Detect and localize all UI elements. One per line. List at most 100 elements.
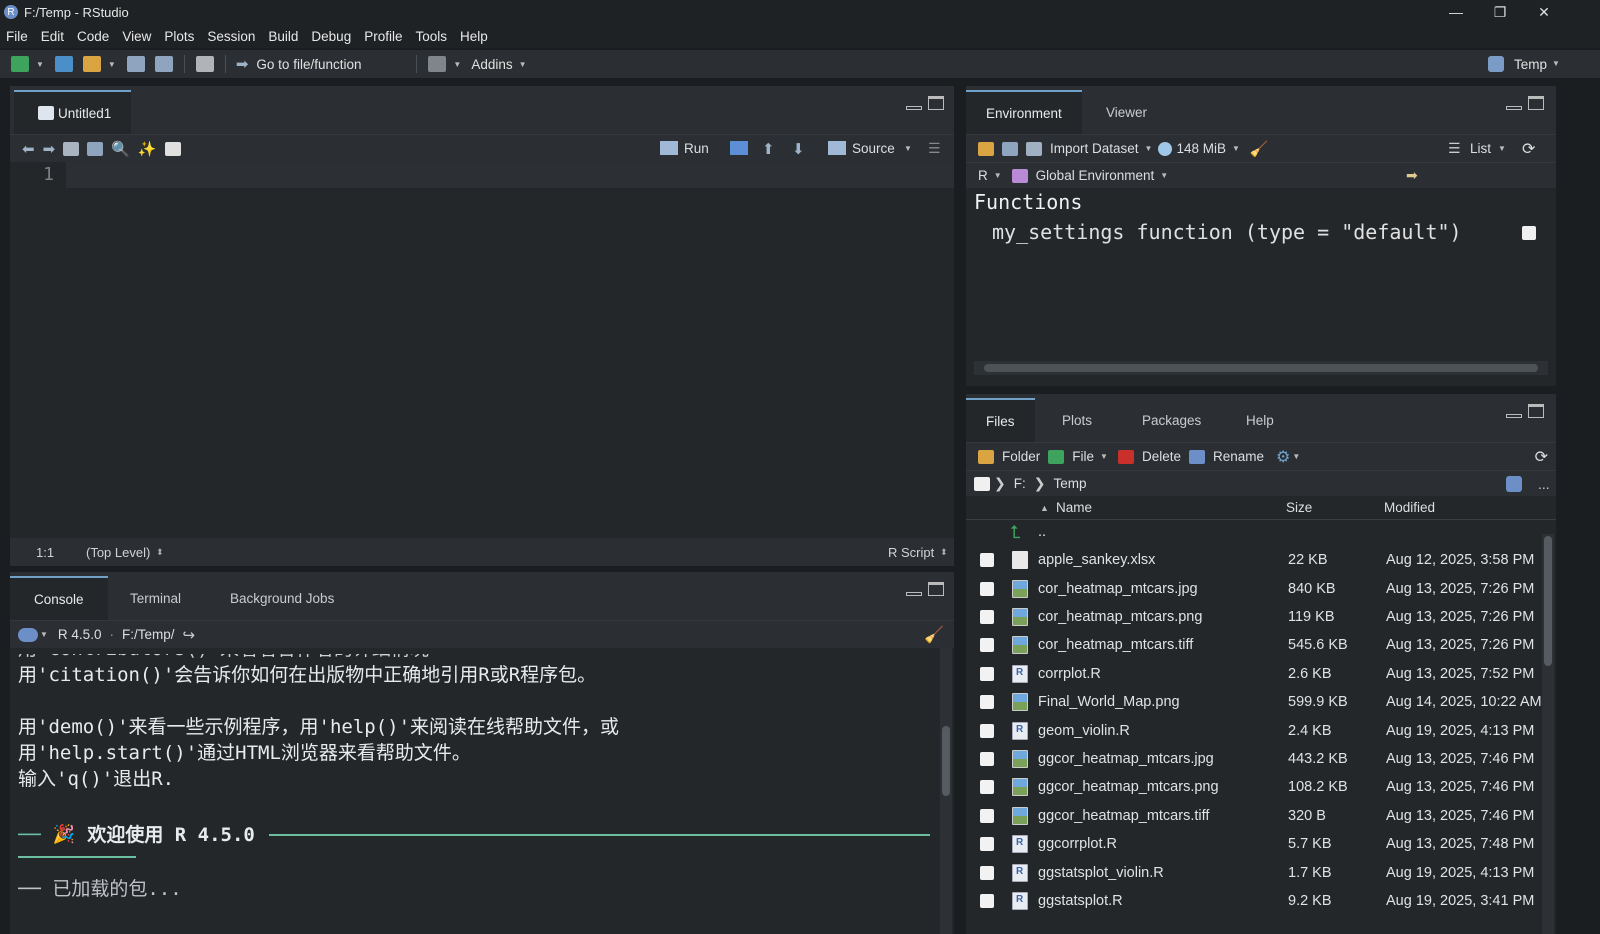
home-icon[interactable]: [974, 476, 990, 491]
rename-button[interactable]: Rename: [1213, 449, 1264, 464]
list-view-icon[interactable]: ☰: [1448, 140, 1461, 157]
pane-layout-dropdown-icon[interactable]: ▼: [453, 60, 461, 69]
parent-directory-row[interactable]: ⮤ ..: [966, 518, 1532, 546]
file-name-link[interactable]: cor_heatmap_mtcars.jpg: [1038, 581, 1198, 597]
menu-session[interactable]: Session: [207, 29, 255, 44]
new-folder-icon[interactable]: [978, 449, 994, 464]
goto-file-function-input[interactable]: Go to file/function: [256, 57, 406, 72]
more-options-button[interactable]: ...: [1538, 476, 1550, 492]
project-dropdown-icon[interactable]: ▼: [1552, 59, 1560, 68]
file-checkbox[interactable]: [980, 837, 994, 852]
environment-scope-selector[interactable]: Global Environment: [1036, 168, 1155, 183]
file-checkbox[interactable]: [980, 723, 994, 738]
tab-help[interactable]: Help: [1226, 398, 1294, 442]
new-file-dropdown-icon[interactable]: ▼: [1100, 452, 1108, 461]
breadcrumb-drive[interactable]: F:: [1014, 476, 1026, 491]
menu-tools[interactable]: Tools: [415, 29, 447, 44]
file-row[interactable]: ggcor_heatmap_mtcars.jpg 443.2 KB Aug 13, …: [966, 745, 1534, 773]
document-outline-icon[interactable]: ☰: [928, 140, 941, 157]
view-mode-dropdown-icon[interactable]: ▼: [1498, 144, 1506, 153]
new-project-icon[interactable]: [54, 56, 73, 72]
file-name-link[interactable]: ggcor_heatmap_mtcars.png: [1038, 779, 1219, 795]
new-file-dropdown-icon[interactable]: ▼: [36, 60, 44, 69]
file-row[interactable]: geom_violin.R 2.4 KB Aug 19, 2025, 4:13 PM: [966, 716, 1534, 744]
r-project-icon[interactable]: [1506, 475, 1522, 492]
source-button[interactable]: Source: [852, 141, 895, 156]
menu-debug[interactable]: Debug: [311, 29, 351, 44]
files-scrollbar[interactable]: [1542, 534, 1554, 934]
environment-scroll-thumb[interactable]: [984, 364, 1538, 372]
menu-help[interactable]: Help: [460, 29, 488, 44]
new-blank-file-icon[interactable]: [1048, 449, 1065, 464]
file-name-link[interactable]: ggcor_heatmap_mtcars.jpg: [1038, 751, 1214, 767]
menu-plots[interactable]: Plots: [164, 29, 194, 44]
close-window-icon[interactable]: ✕: [1522, 0, 1566, 24]
menu-profile[interactable]: Profile: [364, 29, 402, 44]
menu-file[interactable]: File: [6, 29, 28, 44]
column-size[interactable]: Size: [1286, 500, 1312, 515]
go-up-arrow-icon[interactable]: ⬆: [762, 140, 775, 158]
files-scroll-thumb[interactable]: [1544, 536, 1552, 666]
file-row[interactable]: cor_heatmap_mtcars.jpg 840 KB Aug 13, 2025…: [966, 574, 1534, 602]
parent-directory-link[interactable]: ..: [1038, 524, 1046, 540]
refresh-icon[interactable]: ⟳: [1522, 139, 1535, 159]
menu-edit[interactable]: Edit: [41, 29, 64, 44]
environment-object-row[interactable]: my_settings function (type = "default"): [992, 220, 1462, 244]
file-type-dropdown-icon[interactable]: ⬍: [940, 547, 948, 558]
file-type-selector[interactable]: R Script: [888, 545, 934, 560]
file-name-link[interactable]: geom_violin.R: [1038, 723, 1130, 739]
search-icon[interactable]: 🔍: [111, 140, 130, 158]
scope-dropdown-icon[interactable]: ⬍: [156, 547, 164, 558]
file-checkbox[interactable]: [980, 808, 994, 823]
open-file-icon[interactable]: [82, 56, 101, 72]
r-language-icon[interactable]: [18, 627, 38, 642]
minimize-pane-icon[interactable]: [1506, 414, 1522, 418]
code-tools-wand-icon[interactable]: ✨: [138, 140, 157, 158]
clear-console-broom-icon[interactable]: 🧹: [924, 625, 944, 645]
file-name-link[interactable]: ggstatsplot.R: [1038, 893, 1123, 909]
memory-dropdown-icon[interactable]: ▼: [1232, 144, 1240, 153]
environment-horizontal-scrollbar[interactable]: [974, 361, 1548, 375]
file-row[interactable]: Final_World_Map.png 599.9 KB Aug 14, 2025,…: [966, 688, 1542, 716]
scope-dropdown-icon[interactable]: ▼: [1160, 171, 1168, 180]
show-in-window-icon[interactable]: [63, 141, 80, 156]
console-scrollbar[interactable]: [940, 648, 952, 934]
restore-window-icon[interactable]: ❐: [1478, 0, 1522, 24]
column-name[interactable]: Name: [1056, 500, 1092, 515]
save-all-icon[interactable]: [154, 56, 173, 72]
file-name-link[interactable]: corrplot.R: [1038, 666, 1101, 682]
file-name-link[interactable]: cor_heatmap_mtcars.png: [1038, 609, 1202, 625]
tab-console[interactable]: Console: [10, 576, 108, 620]
code-editor[interactable]: 1: [10, 162, 954, 538]
file-checkbox[interactable]: [980, 751, 994, 766]
file-name-link[interactable]: ggcor_heatmap_mtcars.tiff: [1038, 808, 1209, 824]
tab-viewer[interactable]: Viewer: [1086, 90, 1167, 134]
save-file-icon[interactable]: [87, 141, 104, 156]
tab-background-jobs[interactable]: Background Jobs: [210, 576, 354, 620]
clear-objects-broom-icon[interactable]: 🧹: [1250, 140, 1269, 158]
file-row[interactable]: ggcor_heatmap_mtcars.png 108.2 KB Aug 13, …: [966, 773, 1534, 801]
maximize-pane-icon[interactable]: [1528, 404, 1544, 418]
run-button[interactable]: Run: [684, 141, 709, 156]
back-arrow-icon[interactable]: ⬅: [22, 140, 35, 158]
file-name-link[interactable]: ggcorrplot.R: [1038, 836, 1117, 852]
tab-terminal[interactable]: Terminal: [110, 576, 201, 620]
import-dataset-icon[interactable]: [1026, 141, 1042, 156]
source-dropdown-icon[interactable]: ▼: [904, 144, 912, 153]
addins-dropdown-icon[interactable]: ▼: [519, 60, 527, 69]
tab-untitled1[interactable]: Untitled1: [14, 90, 132, 134]
pane-layout-icon[interactable]: [428, 56, 447, 72]
forward-arrow-icon[interactable]: ➡: [43, 140, 56, 158]
load-workspace-icon[interactable]: [978, 141, 994, 156]
breadcrumb-folder[interactable]: Temp: [1053, 476, 1086, 491]
more-dropdown-icon[interactable]: ▼: [1292, 452, 1300, 461]
rename-icon[interactable]: [1188, 449, 1205, 464]
file-row[interactable]: apple_sankey.xlsx 22 KB Aug 12, 2025, 3:58…: [966, 546, 1534, 574]
maximize-pane-icon[interactable]: [928, 582, 944, 596]
file-row[interactable]: ggstatsplot_violin.R 1.7 KB Aug 19, 2025, …: [966, 858, 1534, 886]
console-output[interactable]: 用'contributors()'来看看合作者的详细情况 用'citation(…: [18, 654, 930, 934]
gear-icon[interactable]: ⚙: [1276, 447, 1290, 467]
file-checkbox[interactable]: [980, 609, 994, 624]
save-icon[interactable]: [126, 56, 145, 72]
language-selector[interactable]: R: [978, 168, 988, 183]
